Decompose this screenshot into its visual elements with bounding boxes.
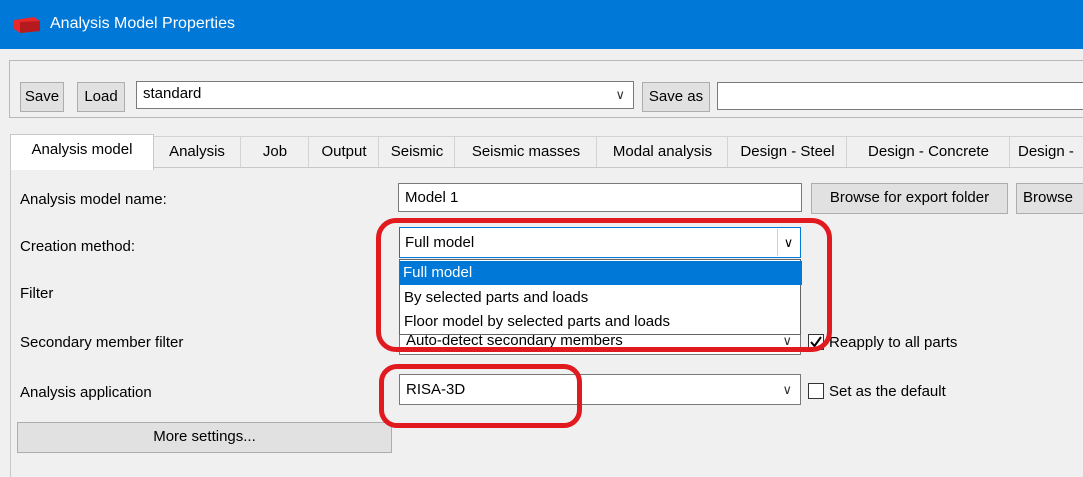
model-name-input[interactable]: Model 1 <box>398 183 802 212</box>
more-settings-button[interactable]: More settings... <box>17 422 392 453</box>
tab-seismic[interactable]: Seismic <box>378 136 456 168</box>
save-as-button[interactable]: Save as <box>642 82 710 112</box>
app-logo-icon <box>14 17 40 33</box>
tab-analysis-model[interactable]: Analysis model <box>10 134 154 170</box>
tab-analysis[interactable]: Analysis <box>152 136 242 168</box>
analysis-app-label: Analysis application <box>20 384 152 401</box>
tab-design-steel[interactable]: Design - Steel <box>727 136 848 168</box>
browse-button[interactable]: Browse <box>1016 183 1083 214</box>
creation-method-label: Creation method: <box>20 238 136 255</box>
chevron-down-icon[interactable]: ∨ <box>782 375 792 404</box>
tab-strip: Analysis model Analysis Job Output Seism… <box>10 134 1083 170</box>
tab-job[interactable]: Job <box>240 136 310 168</box>
tab-modal-analysis[interactable]: Modal analysis <box>596 136 729 168</box>
set-default-label: Set as the default <box>829 383 946 400</box>
save-button[interactable]: Save <box>20 82 64 112</box>
tab-output[interactable]: Output <box>308 136 380 168</box>
reapply-label: Reapply to all parts <box>829 334 958 351</box>
load-button[interactable]: Load <box>77 82 125 112</box>
secondary-filter-label: Secondary member filter <box>20 334 184 351</box>
window-title: Analysis Model Properties <box>50 15 235 32</box>
tab-design-more[interactable]: Design - <box>1009 136 1083 168</box>
browse-export-folder-button[interactable]: Browse for export folder <box>811 183 1008 214</box>
preset-combobox[interactable]: standard ∨ <box>136 81 634 109</box>
annotation-ring-analysis-app <box>379 364 582 428</box>
chevron-down-icon[interactable]: ∨ <box>615 82 625 108</box>
tab-seismic-masses[interactable]: Seismic masses <box>454 136 598 168</box>
annotation-ring-creation-method <box>376 218 832 352</box>
filter-label: Filter <box>20 285 54 302</box>
model-name-label: Analysis model name: <box>20 191 167 208</box>
preset-value: standard <box>143 85 202 102</box>
save-as-name-input[interactable] <box>717 82 1083 110</box>
set-default-checkbox[interactable] <box>808 383 824 399</box>
tab-design-concrete[interactable]: Design - Concrete <box>846 136 1011 168</box>
